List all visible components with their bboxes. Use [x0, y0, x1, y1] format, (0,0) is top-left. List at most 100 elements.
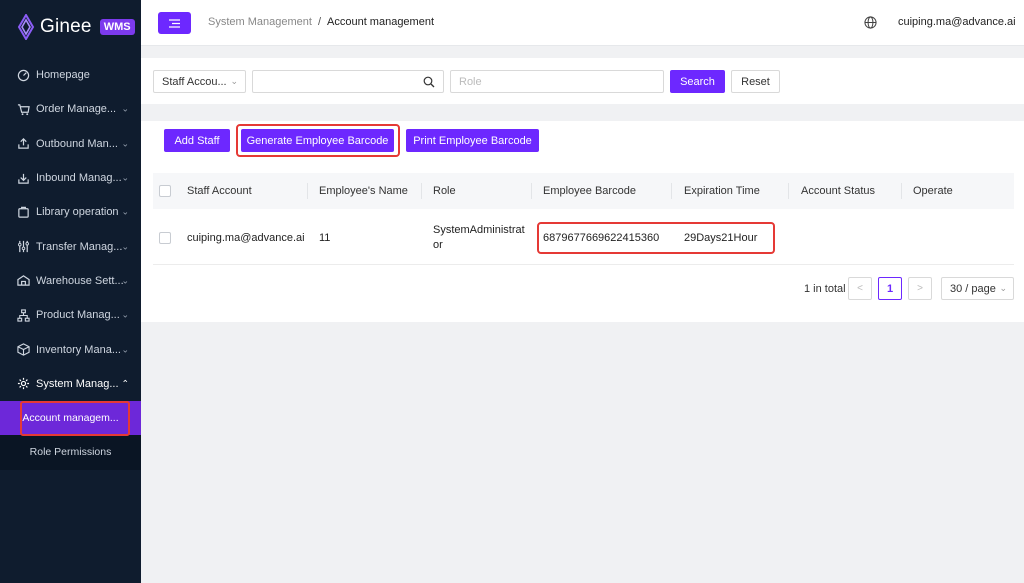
- chevron-down-icon: ⌄: [121, 172, 129, 183]
- table-row: cuiping.ma@advance.ai 11 SystemAdministr…: [153, 210, 1014, 265]
- sidebar-item-library-operation[interactable]: Library operation ⌄: [0, 195, 141, 229]
- sidebar-item-label: Homepage: [36, 69, 90, 82]
- brand-name: Ginee: [40, 16, 92, 37]
- breadcrumb-separator: /: [317, 16, 321, 28]
- column-header-account-status: Account Status: [801, 185, 875, 197]
- chevron-down-icon: ⌄: [121, 206, 129, 217]
- cell-role: SystemAdministrator: [433, 223, 525, 251]
- column-divider: [901, 183, 902, 199]
- pagination-next-button[interactable]: >: [908, 277, 932, 300]
- chevron-up-icon: ⌃: [121, 378, 129, 389]
- search-input[interactable]: [252, 70, 444, 93]
- chevron-down-icon: ⌄: [121, 344, 129, 355]
- sidebar-item-label: Product Manag...: [36, 309, 120, 322]
- sidebar-item-transfer-management[interactable]: Transfer Manag... ⌄: [0, 229, 141, 263]
- column-divider: [788, 183, 789, 199]
- chevron-down-icon: ⌄: [999, 283, 1007, 293]
- sidebar-item-label: Order Manage...: [36, 103, 117, 116]
- sidebar-item-warehouse-settings[interactable]: Warehouse Sett... ⌄: [0, 264, 141, 298]
- sidebar-item-label: Outbound Man...: [36, 137, 118, 150]
- chevron-down-icon: ⌄: [121, 275, 129, 286]
- sidebar-menu: Homepage Order Manage... ⌄ Outbound Man.…: [0, 58, 141, 470]
- pagination-total: 1 in total: [804, 283, 846, 295]
- column-header-operate: Operate: [913, 185, 953, 197]
- generate-employee-barcode-button[interactable]: Generate Employee Barcode: [241, 129, 394, 152]
- select-all-checkbox[interactable]: [159, 185, 171, 197]
- menu-icon: [169, 18, 180, 28]
- gear-icon: [16, 377, 30, 391]
- role-input[interactable]: Role: [450, 70, 664, 93]
- submenu-item-role-permissions[interactable]: Role Permissions: [0, 435, 141, 470]
- sidebar-item-label: System Manag...: [36, 377, 119, 390]
- ginee-logo-icon: [17, 14, 35, 40]
- chevron-down-icon: ⌄: [121, 138, 129, 149]
- column-header-staff-account: Staff Account: [187, 185, 252, 197]
- cell-employee-barcode: 6879677669622415360: [543, 231, 660, 244]
- transfer-icon: [16, 240, 30, 254]
- sidebar-item-system-management[interactable]: System Manag... ⌃: [0, 367, 141, 401]
- search-button[interactable]: Search: [670, 70, 725, 93]
- submenu-item-label: Role Permissions: [29, 446, 112, 459]
- cell-employee-name: 11: [319, 231, 331, 244]
- sidebar-item-inbound-management[interactable]: Inbound Manag... ⌄: [0, 161, 141, 195]
- select-value: Staff Accou...: [162, 76, 227, 88]
- sidebar-item-label: Warehouse Sett...: [36, 274, 124, 287]
- sidebar-item-label: Library operation: [36, 206, 119, 219]
- column-header-role: Role: [433, 185, 456, 197]
- breadcrumb: System Management / Account management: [208, 16, 434, 28]
- outbound-icon: [16, 137, 30, 151]
- page-size-select[interactable]: 30 / page ⌄: [941, 277, 1014, 300]
- top-header: System Management / Account management cui…: [141, 0, 1024, 46]
- chevron-down-icon: ⌄: [121, 103, 129, 114]
- breadcrumb-item-system-management[interactable]: System Management: [208, 16, 312, 28]
- sidebar-item-label: Inbound Manag...: [36, 172, 122, 185]
- sidebar-item-label: Transfer Manag...: [36, 240, 123, 253]
- reset-button[interactable]: Reset: [731, 70, 780, 93]
- sidebar-item-order-management[interactable]: Order Manage... ⌄: [0, 92, 141, 126]
- inventory-icon: [16, 343, 30, 357]
- search-field-select[interactable]: Staff Accou... ⌄: [153, 70, 246, 93]
- library-icon: [16, 205, 30, 219]
- column-header-employee-barcode: Employee Barcode: [543, 185, 636, 197]
- dashboard-icon: [16, 68, 30, 82]
- sidebar-item-homepage[interactable]: Homepage: [0, 58, 141, 92]
- row-checkbox[interactable]: [159, 232, 171, 244]
- chevron-down-icon: ⌄: [121, 241, 129, 252]
- search-icon[interactable]: [423, 76, 435, 88]
- chevron-down-icon: ⌄: [121, 309, 129, 320]
- logo[interactable]: Ginee WMS: [16, 12, 135, 42]
- sidebar: Ginee WMS Homepage Order Manage... ⌄ Out…: [0, 0, 141, 583]
- table-header: Staff Account Employee's Name Role Emplo…: [153, 173, 1014, 209]
- account-table-panel: Add Staff Generate Employee Barcode Prin…: [141, 121, 1024, 322]
- brand-badge: WMS: [99, 19, 135, 35]
- column-divider: [531, 183, 532, 199]
- sidebar-item-product-management[interactable]: Product Manag... ⌄: [0, 298, 141, 332]
- role-placeholder: Role: [459, 76, 482, 88]
- pagination-page-1[interactable]: 1: [878, 277, 902, 300]
- menu-toggle-button[interactable]: [158, 12, 191, 34]
- column-divider: [307, 183, 308, 199]
- cell-expiration-time: 29Days21Hour: [684, 231, 758, 244]
- chevron-down-icon: ⌄: [230, 76, 238, 86]
- product-icon: [16, 308, 30, 322]
- column-divider: [421, 183, 422, 199]
- pagination-prev-button[interactable]: <: [848, 277, 872, 300]
- column-header-expiration-time: Expiration Time: [684, 185, 760, 197]
- column-divider: [671, 183, 672, 199]
- sidebar-item-outbound-management[interactable]: Outbound Man... ⌄: [0, 127, 141, 161]
- add-staff-button[interactable]: Add Staff: [164, 129, 230, 152]
- page-size-value: 30 / page: [950, 283, 996, 295]
- column-header-employee-name: Employee's Name: [319, 185, 408, 197]
- sidebar-item-label: Inventory Mana...: [36, 343, 121, 356]
- cell-staff-account: cuiping.ma@advance.ai: [187, 231, 305, 244]
- user-email[interactable]: cuiping.ma@advance.ai: [898, 16, 1016, 28]
- sidebar-item-inventory-management[interactable]: Inventory Mana... ⌄: [0, 332, 141, 366]
- inbound-icon: [16, 171, 30, 185]
- submenu-item-account-management[interactable]: Account managem...: [0, 400, 141, 436]
- cart-icon: [16, 102, 30, 116]
- submenu-item-label: Account managem...: [22, 412, 119, 425]
- print-employee-barcode-button[interactable]: Print Employee Barcode: [406, 129, 539, 152]
- globe-icon[interactable]: [864, 16, 877, 29]
- filter-panel: Staff Accou... ⌄ Role Search Reset: [141, 58, 1024, 104]
- breadcrumb-item-current: Account management: [327, 16, 435, 28]
